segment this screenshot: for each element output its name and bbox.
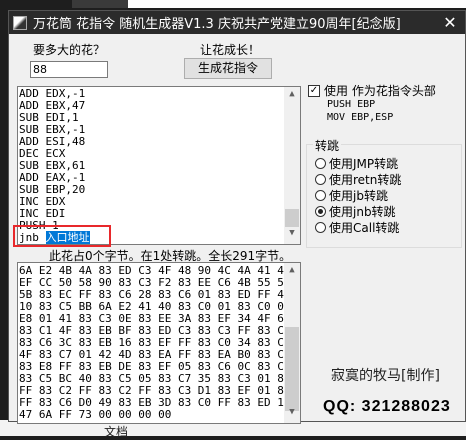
radio-button-icon[interactable] [315,221,326,233]
asm-line[interactable]: INC EDI [19,208,300,220]
jump-radio-3[interactable]: 使用jnb转跳 [307,203,461,219]
title-bar[interactable]: 万花筒 花指令 随机生成器V1.3 庆祝共产党建立90周年[纪念版] ✕ [9,11,465,34]
scroll-up-icon[interactable]: ▲ [284,265,300,279]
qq-credit: QQ: 321288023 [323,398,451,415]
jump-radio-1[interactable]: 使用retn转跳 [307,171,461,187]
jump-radio-0[interactable]: 使用JMP转跳 [307,155,461,171]
scroll-down-icon[interactable]: ▼ [284,407,300,421]
radio-button-icon[interactable] [315,173,326,185]
header-line: MOV EBP,ESP [327,112,394,123]
main-window: 万花筒 花指令 随机生成器V1.3 庆祝共产党建立90周年[纪念版] ✕ 要多大… [8,10,466,424]
asm-listbox[interactable]: ADD EDX,-1 ADD EBX,47 SUB EDI,1 SUB EBX,-1 A… [17,86,301,245]
radio-label: 使用jb转跳 [329,188,388,203]
background-doc-label: 文档 [104,425,129,439]
jump-group-title: 转跳 [313,137,342,154]
hex-scrollbar[interactable]: ▲ ▼ [284,263,300,423]
hex-output[interactable]: 6A E2 4B 4A 83 ED C3 4F 48 90 4C 4A 41 4… [17,262,301,424]
checkbox-check-icon[interactable]: ✓ [308,84,320,97]
radio-button-icon[interactable] [315,189,326,201]
radio-button-icon[interactable] [315,205,326,217]
jump-radio-2[interactable]: 使用jb转跳 [307,187,461,203]
jump-radio-4[interactable]: 使用Call转跳 [307,219,461,235]
window-title: 万花筒 花指令 随机生成器V1.3 庆祝共产党建立90周年[纪念版] [33,17,401,32]
size-label: 要多大的花？ [33,43,106,57]
generate-label: 让花成长！ [200,43,261,57]
radio-label: 使用retn转跳 [329,172,402,187]
radio-label: 使用jnb转跳 [329,204,396,219]
size-input[interactable]: 88 [30,61,108,78]
highlight-box [13,225,111,247]
jump-groupbox: 转跳 使用JMP转跳 使用retn转跳 使用jb转跳 使用jnb转跳 使用Call转跳 [306,137,462,248]
app-icon [13,15,27,30]
scroll-thumb[interactable] [285,209,299,227]
header-checkbox[interactable]: ✓ 使用 作为花指令头部 [308,82,436,99]
header-checkbox-label: 使用 作为花指令头部 [324,84,436,98]
scroll-down-icon[interactable]: ▼ [284,228,300,242]
radio-label: 使用JMP转跳 [329,156,399,171]
background-strip [128,0,466,8]
header-code: PUSH EBP MOV EBP,ESP [327,98,393,124]
author-credit: 寂寞的牧马[制作] [331,368,440,384]
header-line: PUSH EBP [327,99,376,110]
close-icon[interactable]: ✕ [435,13,465,32]
scroll-thumb[interactable] [285,327,299,411]
radio-button-icon[interactable] [315,157,326,169]
hex-line: 47 6A FF 73 00 00 00 00 [19,408,172,421]
asm-scrollbar[interactable]: ▲ ▼ [284,87,300,244]
scroll-up-icon[interactable]: ▲ [284,89,300,103]
radio-label: 使用Call转跳 [329,220,400,235]
generate-button[interactable]: 生成花指令 [184,58,272,79]
background-strip [72,0,128,8]
